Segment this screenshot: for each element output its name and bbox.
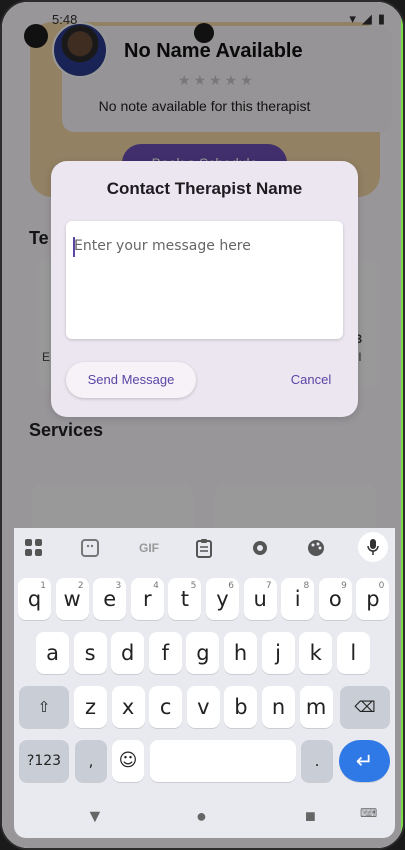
status-dot <box>24 24 48 48</box>
key-t[interactable]: t5 <box>168 578 202 620</box>
key-w[interactable]: w2 <box>55 578 89 620</box>
key-h[interactable]: h <box>224 632 257 674</box>
key-v[interactable]: v <box>186 686 220 728</box>
message-placeholder: Enter your message here <box>74 238 251 254</box>
cancel-button[interactable]: Cancel <box>281 362 341 398</box>
key-label: m <box>305 695 327 719</box>
key-label: v <box>197 695 210 719</box>
app-screen: No Name Available ★★★★★ No note availabl… <box>2 2 403 848</box>
key-k[interactable]: k <box>299 632 333 674</box>
key-number-hint: 1 <box>40 581 46 591</box>
nav-bar: ▼ ● ■ ⌨ <box>14 798 395 838</box>
key-label: s <box>84 641 96 665</box>
symbols-key[interactable]: ?123 <box>19 740 69 782</box>
key-x[interactable]: x <box>111 686 145 728</box>
device-frame: No Name Available ★★★★★ No note availabl… <box>0 0 405 850</box>
frame-edge <box>401 2 403 848</box>
key-label: y <box>216 587 229 611</box>
key-n[interactable]: n <box>262 686 295 728</box>
backspace-icon[interactable]: ⌫ <box>340 686 390 728</box>
key-number-hint: 9 <box>341 581 347 591</box>
keyboard-toolbar: GIF <box>14 528 395 568</box>
key-u[interactable]: u7 <box>243 578 277 620</box>
key-number-hint: 3 <box>115 581 122 591</box>
key-number-hint: 5 <box>190 581 197 591</box>
key-i[interactable]: i8 <box>281 578 315 620</box>
key-number-hint: 0 <box>378 581 385 591</box>
key-c[interactable]: c <box>149 686 183 728</box>
gear-icon[interactable] <box>250 538 270 558</box>
home-icon[interactable]: ● <box>196 806 207 827</box>
apps-icon[interactable] <box>24 538 44 558</box>
camera-cutout <box>194 23 214 43</box>
key-label: n <box>271 695 286 719</box>
space-key[interactable] <box>150 740 296 782</box>
key-r[interactable]: r4 <box>130 578 164 620</box>
key-q[interactable]: q1 <box>18 578 51 620</box>
key-label: r <box>142 587 152 611</box>
key-e[interactable]: e3 <box>93 578 127 620</box>
key-o[interactable]: o9 <box>318 578 352 620</box>
key-label: j <box>275 641 282 665</box>
key-label: i <box>294 587 301 611</box>
palette-icon[interactable] <box>306 538 326 558</box>
key-label: k <box>309 641 322 665</box>
key-label: p <box>366 587 380 611</box>
key-p[interactable]: p0 <box>356 578 390 620</box>
key-l[interactable]: l <box>336 632 370 674</box>
enter-icon[interactable]: ↵ <box>339 740 390 782</box>
key-number-hint: 6 <box>228 581 234 591</box>
key-label: e <box>103 587 117 611</box>
key-label: x <box>121 695 135 719</box>
key-label: z <box>84 695 97 719</box>
key-label: b <box>234 695 248 719</box>
key-label: q <box>27 587 42 611</box>
clipboard-icon[interactable] <box>194 538 214 558</box>
key-m[interactable]: m <box>299 686 333 728</box>
key-label: l <box>350 641 357 665</box>
key-label: u <box>253 587 267 611</box>
key-number-hint: 8 <box>303 581 310 591</box>
key-j[interactable]: j <box>261 632 295 674</box>
key-label: f <box>161 641 169 665</box>
key-label: o <box>328 587 342 611</box>
key-label: t <box>180 587 189 611</box>
period-key[interactable]: . <box>301 740 333 782</box>
key-number-hint: 7 <box>265 581 272 591</box>
keyboard-switch-icon[interactable]: ⌨ <box>360 806 377 820</box>
key-g[interactable]: g <box>186 632 220 674</box>
emoji-icon[interactable]: ☺ <box>112 740 144 782</box>
send-message-button[interactable]: Send Message <box>66 362 196 398</box>
mic-icon[interactable] <box>358 532 388 562</box>
shift-icon[interactable]: ⇧ <box>19 686 69 728</box>
dialog-title: Contact Therapist Name <box>106 179 303 198</box>
back-icon[interactable]: ▼ <box>86 806 104 827</box>
key-number-hint: 4 <box>153 581 159 591</box>
key-z[interactable]: z <box>74 686 107 728</box>
key-b[interactable]: b <box>224 686 258 728</box>
comma-key[interactable]: , <box>75 740 107 782</box>
contact-dialog: Contact Therapist Name Enter your messag… <box>51 161 358 417</box>
key-f[interactable]: f <box>148 632 182 674</box>
key-label: c <box>159 695 172 719</box>
key-a[interactable]: a <box>36 632 69 674</box>
key-s[interactable]: s <box>73 632 107 674</box>
gif-icon[interactable]: GIF <box>134 538 164 558</box>
key-y[interactable]: y6 <box>206 578 239 620</box>
key-d[interactable]: d <box>111 632 145 674</box>
key-label: a <box>46 641 59 665</box>
key-label: g <box>196 641 210 665</box>
key-label: h <box>233 641 248 665</box>
recents-icon[interactable]: ■ <box>305 806 316 827</box>
message-input[interactable]: Enter your message here <box>66 221 343 339</box>
key-number-hint: 2 <box>77 581 84 591</box>
key-label: d <box>121 641 135 665</box>
soft-keyboard: GIF q1w2e3r4t5y6u7i8o9p0 asdfghjkl ⇧ zxc… <box>14 528 395 838</box>
sticker-icon[interactable] <box>80 538 100 558</box>
